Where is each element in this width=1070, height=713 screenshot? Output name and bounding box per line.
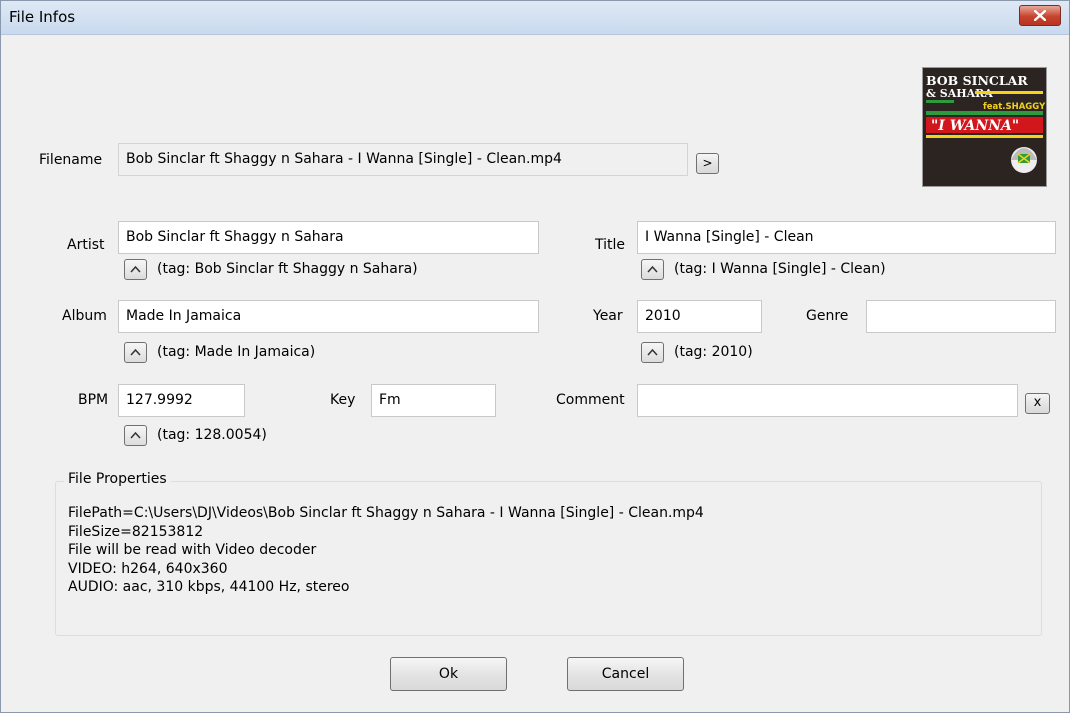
key-label: Key	[330, 392, 356, 408]
video-line: VIDEO: h264, 640x360	[68, 560, 228, 577]
year-apply-tag-button[interactable]	[641, 342, 664, 363]
title-label: Title	[595, 237, 626, 253]
year-label: Year	[593, 308, 623, 324]
artist-input[interactable]: Bob Sinclar ft Shaggy n Sahara	[118, 221, 539, 254]
artist-apply-tag-button[interactable]	[124, 259, 147, 280]
bpm-tag-text: (tag: 128.0054)	[157, 427, 267, 443]
album-tag-text: (tag: Made In Jamaica)	[157, 344, 316, 360]
cover-line1: BOB SINCLAR	[926, 73, 1028, 88]
genre-label: Genre	[806, 308, 849, 324]
bpm-apply-tag-button[interactable]	[124, 425, 147, 446]
clear-comment-button[interactable]: x	[1025, 393, 1050, 414]
cover-art: BOB SINCLAR & SAHARA feat.SHAGGY "I WANN…	[922, 67, 1047, 187]
browse-label: >	[702, 156, 713, 170]
album-apply-tag-button[interactable]	[124, 342, 147, 363]
up-arrow-icon	[647, 348, 658, 356]
file-properties-title: File Properties	[64, 471, 171, 487]
close-icon	[1034, 10, 1046, 21]
year-input[interactable]: 2010	[637, 300, 762, 333]
filename-label: Filename	[39, 152, 103, 168]
genre-input[interactable]	[866, 300, 1056, 333]
filename-field: Bob Sinclar ft Shaggy n Sahara - I Wanna…	[118, 143, 688, 176]
year-tag-text: (tag: 2010)	[674, 344, 753, 360]
up-arrow-icon	[130, 348, 141, 356]
comment-input[interactable]	[637, 384, 1018, 417]
bpm-input[interactable]: 127.9992	[118, 384, 245, 417]
audio-line: AUDIO: aac, 310 kbps, 44100 Hz, stereo	[68, 579, 350, 595]
title-apply-tag-button[interactable]	[641, 259, 664, 280]
filepath-line: FilePath=C:\Users\DJ\Videos\Bob Sinclar …	[68, 505, 704, 521]
comment-label: Comment	[556, 392, 625, 408]
decoder-line: File will be read with Video decoder	[68, 542, 317, 558]
browse-button[interactable]: >	[696, 153, 719, 174]
close-button[interactable]	[1019, 5, 1061, 26]
album-label: Album	[62, 308, 107, 324]
clear-comment-label: x	[1033, 395, 1042, 410]
cover-art-image: BOB SINCLAR & SAHARA feat.SHAGGY "I WANN…	[923, 68, 1046, 186]
key-input[interactable]: Fm	[371, 384, 496, 417]
ok-label: Ok	[438, 666, 459, 682]
title-tag-text: (tag: I Wanna [Single] - Clean)	[674, 261, 886, 277]
file-infos-dialog: File Infos BOB SINCLAR & SAHARA feat.SHA…	[0, 0, 1070, 713]
cover-line3: feat.SHAGGY	[983, 102, 1046, 112]
cover-line4: "I WANNA"	[931, 118, 1019, 134]
album-input[interactable]: Made In Jamaica	[118, 300, 539, 333]
artist-label: Artist	[67, 237, 105, 253]
up-arrow-icon	[130, 431, 141, 439]
bpm-label: BPM	[78, 392, 109, 408]
filesize-line: FileSize=82153812	[68, 523, 204, 540]
file-properties-text: FilePath=C:\Users\DJ\Videos\Bob Sinclar …	[68, 504, 704, 597]
title-input[interactable]: I Wanna [Single] - Clean	[637, 221, 1056, 254]
up-arrow-icon	[647, 265, 658, 273]
up-arrow-icon	[130, 265, 141, 273]
cancel-button[interactable]: Cancel	[567, 657, 684, 691]
artist-tag-text: (tag: Bob Sinclar ft Shaggy n Sahara)	[157, 261, 418, 277]
cancel-label: Cancel	[601, 666, 650, 682]
title-bar: File Infos	[1, 1, 1069, 35]
window-title: File Infos	[9, 8, 76, 26]
ok-button[interactable]: Ok	[390, 657, 507, 691]
